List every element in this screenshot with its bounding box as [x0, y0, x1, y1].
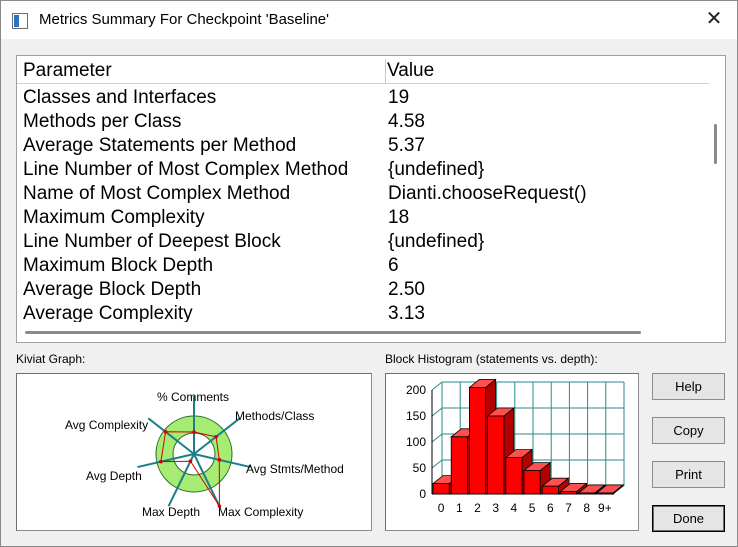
histogram-bar — [559, 491, 577, 495]
kiviat-graph: % Comments Methods/Class Avg Stmts/Metho… — [65, 390, 344, 519]
parameter-cell: Line Number of Most Complex Method — [23, 159, 349, 180]
kiviat-point — [217, 458, 222, 462]
window-icon — [12, 13, 28, 29]
grid-line — [431, 381, 443, 391]
table-header: Parameter Value — [17, 59, 709, 84]
table-row[interactable]: Classes and Interfaces 19 — [17, 86, 709, 110]
window-title: Metrics Summary For Checkpoint 'Baseline… — [39, 11, 329, 28]
x-tick-label: 2 — [474, 501, 481, 515]
table-row[interactable]: Average Statements per Method 5.37 — [17, 134, 709, 158]
y-tick-label: 100 — [406, 435, 426, 449]
value-cell: 6 — [388, 255, 399, 276]
parameter-cell: Classes and Interfaces — [23, 87, 217, 108]
value-cell: 19 — [388, 87, 410, 108]
parameter-cell: Maximum Block Depth — [23, 255, 214, 276]
parameter-cell: Name of Most Complex Method — [23, 183, 291, 204]
parameter-cell: Line Number of Deepest Block — [23, 231, 281, 252]
horizontal-scrollbar[interactable] — [17, 324, 709, 342]
table-row[interactable]: Maximum Block Depth 6 — [17, 254, 709, 278]
kiviat-point — [163, 430, 168, 434]
histogram-bar — [450, 436, 468, 495]
table-row[interactable]: Line Number of Deepest Block {undefined} — [17, 230, 709, 254]
histogram-bar — [432, 483, 450, 495]
kiviat-point — [214, 434, 218, 439]
vertical-scrollbar[interactable] — [709, 56, 725, 324]
histogram-bar — [505, 457, 523, 495]
kiviat-axis-avg-complexity: Avg Complexity — [65, 418, 148, 432]
block-histogram-panel: 0 50 100 150 200 0 1 2 3 4 5 6 7 8 9+ — [385, 373, 639, 531]
x-tick-label: 8 — [583, 501, 590, 515]
table-row[interactable]: Methods per Class 4.58 — [17, 110, 709, 134]
vertical-scroll-thumb[interactable] — [714, 124, 717, 164]
title-bar[interactable]: Metrics Summary For Checkpoint 'Baseline… — [1, 1, 737, 39]
print-button[interactable]: Print — [652, 461, 725, 488]
horizontal-scroll-thumb[interactable] — [25, 331, 641, 334]
block-histogram-label: Block Histogram (statements vs. depth): — [385, 352, 598, 366]
value-cell: 3.13 — [388, 303, 425, 322]
parameter-cell: Average Statements per Method — [23, 135, 297, 156]
parameter-cell: Maximum Complexity — [23, 207, 205, 228]
histogram-bar — [541, 485, 559, 495]
copy-button[interactable]: Copy — [652, 417, 725, 444]
grid-line — [431, 459, 443, 469]
column-header-parameter[interactable]: Parameter — [17, 59, 386, 83]
kiviat-axis-avg-depth: Avg Depth — [86, 469, 142, 483]
value-cell: {undefined} — [388, 231, 485, 252]
histogram-bar — [469, 386, 487, 495]
table-row[interactable]: Average Block Depth 2.50 — [17, 278, 709, 302]
y-tick-label: 200 — [406, 383, 426, 397]
x-tick-label: 6 — [547, 501, 554, 515]
histogram-bar — [578, 492, 596, 495]
kiviat-axis-max-depth: Max Depth — [142, 505, 200, 519]
column-header-value[interactable]: Value — [387, 59, 434, 83]
kiviat-graph-label: Kiviat Graph: — [16, 352, 86, 366]
value-cell: 18 — [388, 207, 410, 228]
kiviat-point — [192, 430, 196, 434]
value-cell: 4.58 — [388, 111, 425, 132]
value-cell: Dianti.chooseRequest() — [388, 183, 587, 204]
done-button[interactable]: Done — [652, 505, 725, 532]
histogram-bar — [487, 415, 505, 495]
x-tick-label: 1 — [456, 501, 463, 515]
kiviat-axis-comments: % Comments — [157, 390, 229, 404]
metrics-table: Parameter Value Classes and Interfaces 19… — [16, 55, 726, 343]
value-cell: 5.37 — [388, 135, 425, 156]
value-cell: {undefined} — [388, 159, 485, 180]
y-tick-label: 50 — [413, 461, 427, 475]
y-tick-label: 0 — [419, 487, 426, 501]
kiviat-axis-max-complexity: Max Complexity — [218, 505, 303, 519]
x-tick-label: 3 — [492, 501, 499, 515]
kiviat-point — [188, 459, 193, 463]
x-tick-label: 7 — [565, 501, 572, 515]
parameter-cell: Methods per Class — [23, 111, 182, 132]
x-tick-label: 9+ — [598, 501, 612, 515]
block-histogram-chart: 0501001502000 1 2 3 4 5 6 7 8 9+ — [406, 378, 625, 515]
table-body: Classes and Interfaces 19 Methods per Clas… — [17, 86, 709, 322]
histogram-bar — [523, 470, 541, 495]
table-row[interactable]: Name of Most Complex Method Dianti.choose… — [17, 182, 709, 206]
table-row[interactable]: Average Complexity 3.13 — [17, 302, 709, 322]
kiviat-point — [159, 459, 163, 464]
kiviat-graph-panel: % Comments Methods/Class Avg Stmts/Metho… — [16, 373, 372, 531]
parameter-cell: Average Complexity — [23, 303, 193, 322]
y-tick-label: 150 — [406, 409, 426, 423]
metrics-summary-window: Metrics Summary For Checkpoint 'Baseline… — [0, 0, 738, 547]
help-button[interactable]: Help — [652, 373, 725, 400]
table-row[interactable]: Maximum Complexity 18 — [17, 206, 709, 230]
value-cell: 2.50 — [388, 279, 425, 300]
x-tick-label: 4 — [511, 501, 518, 515]
grid-line — [431, 433, 443, 443]
x-tick-label: 0 — [438, 501, 445, 515]
kiviat-axis-methods-class: Methods/Class — [235, 409, 314, 423]
grid-line — [431, 407, 443, 417]
x-tick-label: 5 — [529, 501, 536, 515]
kiviat-axis-avg-stmts: Avg Stmts/Method — [246, 462, 344, 476]
table-row[interactable]: Line Number of Most Complex Method {undef… — [17, 158, 709, 182]
parameter-cell: Average Block Depth — [23, 279, 202, 300]
histogram-bar — [596, 492, 614, 495]
close-button[interactable]: ✕ — [697, 5, 731, 33]
